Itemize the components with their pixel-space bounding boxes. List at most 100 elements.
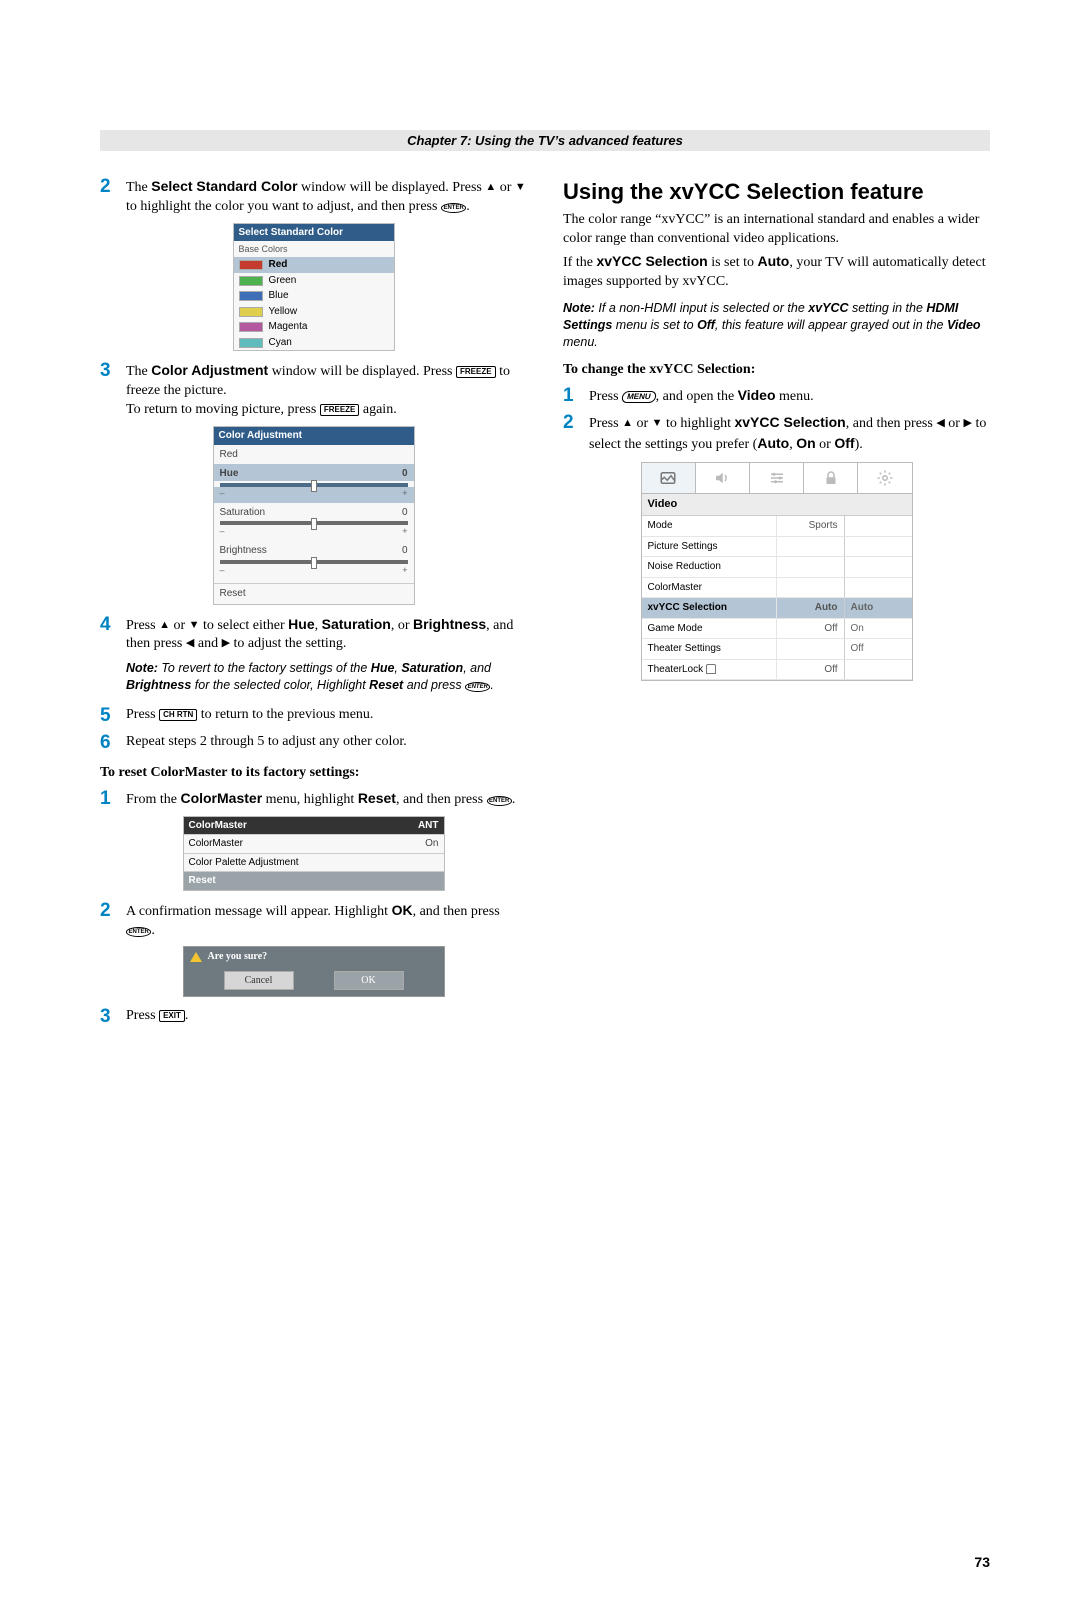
- menu-row[interactable]: TheaterLockOff: [642, 660, 912, 681]
- menu-row[interactable]: Game ModeOffOn: [642, 619, 912, 640]
- text: setting in the: [849, 301, 927, 315]
- text: ).: [855, 437, 863, 452]
- menu-row[interactable]: xvYCC SelectionAutoAuto: [642, 598, 912, 619]
- menu-row-value: Off: [776, 619, 844, 639]
- tab-setup[interactable]: [858, 463, 911, 493]
- text: , and then press: [846, 416, 937, 431]
- menu-row[interactable]: ModeSports: [642, 516, 912, 537]
- menu-row[interactable]: Noise Reduction: [642, 557, 912, 578]
- text: .: [466, 199, 470, 214]
- cell: Reset: [184, 872, 379, 890]
- text: , or: [391, 618, 413, 633]
- enter-button-icon: ENTER: [465, 682, 490, 692]
- confirm-buttons: Cancel OK: [184, 967, 444, 997]
- tab-picture[interactable]: [642, 463, 696, 493]
- note-block: Note: To revert to the factory settings …: [126, 660, 527, 694]
- tab-audio[interactable]: [696, 463, 750, 493]
- text: .: [151, 923, 155, 938]
- row-brightness[interactable]: Brightness0: [214, 541, 414, 558]
- cell: Color Palette Adjustment: [184, 854, 379, 872]
- menu-row-value: [776, 578, 844, 598]
- color-row-green[interactable]: Green: [234, 273, 394, 289]
- value: 0: [402, 467, 408, 481]
- menu-row-value: Off: [776, 660, 844, 680]
- saturation-slider[interactable]: [220, 521, 408, 525]
- menu-row-label: xvYCC Selection: [642, 598, 776, 618]
- right-column: Using the xvYCC Selection feature The co…: [563, 177, 990, 1034]
- bold-text: xvYCC: [808, 301, 848, 315]
- bold-text: Hue: [288, 616, 314, 632]
- hue-slider[interactable]: [220, 483, 408, 487]
- note-block: Note: If a non-HDMI input is selected or…: [563, 300, 990, 351]
- step-number: 2: [563, 413, 589, 455]
- menu-row[interactable]: ColorMaster: [642, 578, 912, 599]
- step-body: Press EXIT.: [126, 1007, 527, 1028]
- color-row-red[interactable]: Red: [234, 257, 394, 273]
- text: Press: [126, 618, 159, 633]
- step-body: The Select Standard Color window will be…: [126, 177, 527, 217]
- text: menu.: [776, 389, 814, 404]
- slider-thumb[interactable]: [311, 480, 317, 492]
- bold-text: Auto: [757, 253, 789, 269]
- slider-thumb[interactable]: [311, 518, 317, 530]
- plus-icon: +: [402, 487, 407, 499]
- cm-row-colormaster[interactable]: ColorMasterOn: [184, 834, 444, 853]
- reset-subheading: To reset ColorMaster to its factory sett…: [100, 764, 527, 783]
- panel-subtitle: Base Colors: [234, 241, 394, 257]
- note-label: Note:: [563, 301, 595, 315]
- menu-row-value: Auto: [776, 598, 844, 618]
- row-hue[interactable]: Hue0: [214, 464, 414, 481]
- text: , this feature will appear grayed out in…: [715, 318, 947, 332]
- bold-text: Saturation: [322, 616, 391, 632]
- color-row-cyan[interactable]: Cyan: [234, 335, 394, 351]
- text: Press: [126, 1008, 159, 1023]
- ok-button[interactable]: OK: [334, 971, 404, 991]
- cm-row-palette[interactable]: Color Palette Adjustment: [184, 853, 444, 872]
- select-standard-color-figure: Select Standard Color Base Colors Red Gr…: [100, 223, 527, 352]
- color-row-magenta[interactable]: Magenta: [234, 319, 394, 335]
- text: or: [945, 416, 964, 431]
- tab-lock[interactable]: [804, 463, 858, 493]
- menu-row-option: [844, 557, 912, 577]
- tab-settings[interactable]: [750, 463, 804, 493]
- step-4: 4 Press ▲ or ▼ to select either Hue, Sat…: [100, 615, 527, 701]
- cm-row-reset[interactable]: Reset: [184, 871, 444, 890]
- bold-text: Video: [738, 387, 776, 403]
- text: , and then press: [396, 792, 487, 807]
- brightness-slider[interactable]: [220, 560, 408, 564]
- cancel-button[interactable]: Cancel: [224, 971, 294, 991]
- swatch-yellow: [239, 307, 263, 317]
- freeze-button-icon: FREEZE: [456, 366, 496, 378]
- slider-thumb[interactable]: [311, 557, 317, 569]
- row-saturation[interactable]: Saturation0: [214, 503, 414, 520]
- bold-text: Select Standard Color: [151, 178, 297, 194]
- row-reset[interactable]: Reset: [214, 583, 414, 604]
- enter-button-icon: ENTER: [487, 796, 512, 806]
- color-row-blue[interactable]: Blue: [234, 288, 394, 304]
- text: Press: [126, 707, 159, 722]
- bold-text: Video: [947, 318, 981, 332]
- video-menu-panel: Video ModeSportsPicture SettingsNoise Re…: [641, 462, 913, 681]
- lock-icon: [706, 664, 716, 674]
- step-number: 4: [100, 615, 126, 701]
- swatch-green: [239, 276, 263, 286]
- label: Saturation: [220, 506, 266, 520]
- colormaster-figure: ColorMaster ANT ColorMasterOn Color Pale…: [100, 816, 527, 891]
- menu-row[interactable]: Theater SettingsOff: [642, 639, 912, 660]
- preferences-tab-icon: [768, 469, 786, 487]
- step-body: Press ▲ or ▼ to highlight xvYCC Selectio…: [589, 413, 990, 455]
- menu-row[interactable]: Picture Settings: [642, 537, 912, 558]
- text: window will be displayed. Press: [268, 364, 456, 379]
- menu-row-label: TheaterLock: [642, 660, 776, 680]
- bold-text: OK: [392, 902, 413, 918]
- color-row-yellow[interactable]: Yellow: [234, 304, 394, 320]
- color-label: Yellow: [269, 305, 298, 319]
- text: Press: [589, 389, 622, 404]
- reset-step-2: 2 A confirmation message will appear. Hi…: [100, 901, 527, 941]
- step-body: The Color Adjustment window will be disp…: [126, 361, 527, 420]
- menu-row-option: [844, 660, 912, 680]
- menu-row-option: On: [844, 619, 912, 639]
- step-number: 2: [100, 177, 126, 217]
- reset-step-1: 1 From the ColorMaster menu, highlight R…: [100, 789, 527, 810]
- text: window will be displayed. Press: [298, 180, 486, 195]
